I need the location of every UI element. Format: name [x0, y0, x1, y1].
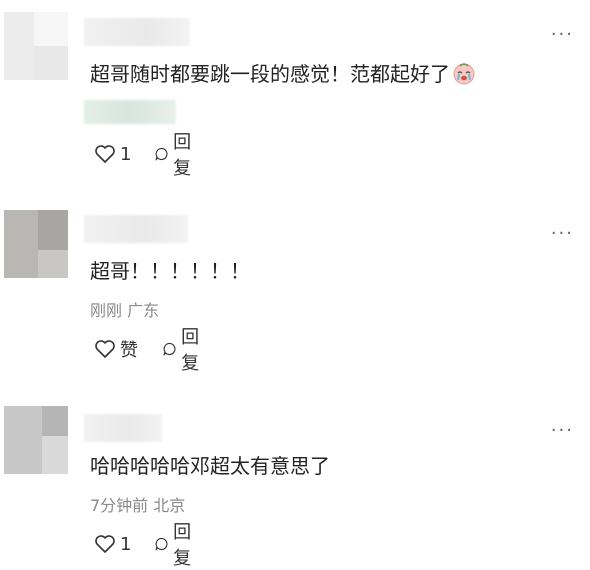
avatar[interactable]	[4, 406, 68, 474]
username-blurred[interactable]	[84, 414, 162, 442]
comment-bubble-icon	[155, 537, 168, 551]
reply-button[interactable]: 回复	[154, 522, 198, 569]
username-blurred[interactable]	[84, 215, 188, 243]
comment-meta: 7分钟前 北京	[90, 496, 186, 515]
comment-meta: 刚刚 广东	[90, 301, 160, 320]
avatar[interactable]	[4, 12, 68, 80]
comment-item-1: ··· 超哥随时都要跳一段的感觉！范都起好了 1 回复	[0, 0, 590, 190]
crying-face-emoji	[453, 63, 475, 85]
reply-button[interactable]: 回复	[162, 327, 206, 374]
heart-outline-icon	[95, 145, 115, 163]
reply-label: 回复	[173, 522, 192, 569]
comment-text-content: 超哥随时都要跳一段的感觉！范都起好了	[90, 62, 450, 86]
reply-label: 回复	[173, 132, 192, 179]
like-count: 1	[120, 533, 132, 555]
more-dots-icon[interactable]: ···	[551, 422, 574, 440]
more-dots-icon[interactable]: ···	[551, 26, 574, 44]
avatar[interactable]	[4, 210, 68, 278]
like-label: 赞	[120, 340, 138, 361]
comment-bubble-icon	[155, 147, 168, 161]
username-blurred[interactable]	[84, 18, 190, 46]
like-button[interactable]: 1	[94, 532, 131, 556]
comment-text: 超哥随时都要跳一段的感觉！范都起好了	[90, 60, 476, 88]
heart-outline-icon	[95, 340, 115, 358]
comment-text: 超哥！！！！！！	[90, 259, 250, 283]
reply-label: 回复	[181, 327, 200, 374]
heart-outline-icon	[95, 535, 115, 553]
like-count: 1	[120, 143, 132, 165]
comment-bubble-icon	[163, 342, 176, 356]
like-button[interactable]: 赞	[94, 337, 138, 361]
comment-item-2: ··· 超哥！！！！！！ 刚刚 广东 赞 回复	[0, 195, 590, 385]
like-button[interactable]: 1	[94, 142, 131, 166]
reply-button[interactable]: 回复	[154, 132, 198, 179]
comment-text: 哈哈哈哈哈邓超太有意思了	[90, 454, 330, 478]
more-dots-icon[interactable]: ···	[551, 225, 574, 243]
location-tag-blurred	[84, 100, 176, 124]
comment-item-3: ··· 哈哈哈哈哈邓超太有意思了 7分钟前 北京 1 回复	[0, 390, 590, 569]
